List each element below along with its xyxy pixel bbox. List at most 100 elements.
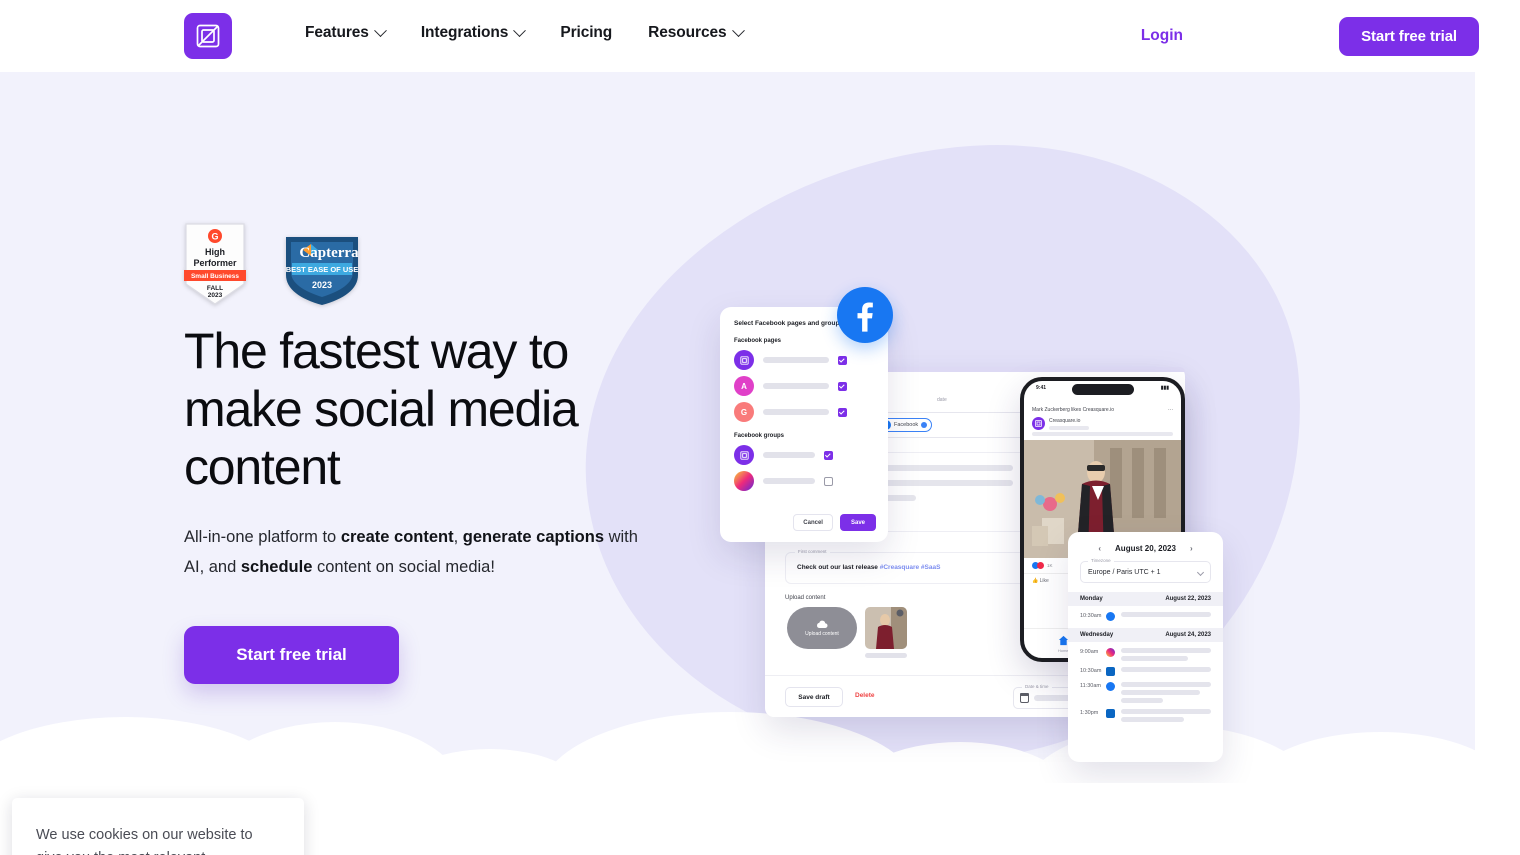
header-start-free-trial-button[interactable]: Start free trial [1339,17,1479,56]
chevron-down-icon [373,23,387,37]
page-avatar: A [734,376,754,396]
hero-copy: G High Performer Small Business FALL 202… [184,220,654,684]
page-checkbox[interactable] [838,381,847,391]
timezone-value: Europe / Paris UTC + 1 [1088,568,1161,576]
facebook-pill-label: Facebook [894,422,919,428]
linkedin-icon [1106,667,1115,676]
calendar-day-header: Monday August 22, 2023 [1068,592,1223,606]
facebook-icon [1106,612,1115,621]
g2-ribbon: Small Business [191,273,239,280]
calendar-day-header: Wednesday August 24, 2023 [1068,628,1223,642]
upload-section-label: Upload content [785,595,826,601]
nav-label-pricing: Pricing [560,24,613,41]
page-row[interactable]: G [720,396,888,422]
save-button[interactable]: Save [839,514,876,531]
hero-start-free-trial-button[interactable]: Start free trial [184,626,399,684]
calendar-event[interactable]: 10:30am [1068,606,1223,621]
group-avatar [734,471,754,491]
calendar-event[interactable]: 10:30am [1068,661,1223,676]
chevron-down-icon [731,23,745,37]
svg-text:G: G [211,232,218,242]
datetime-caption: Date & time [1022,684,1052,689]
hero-title: The fastest way to make social media con… [184,323,579,495]
group-checkbox[interactable] [824,450,833,460]
capterra-brand: Capterra [299,245,359,261]
group-avatar [734,445,754,465]
weekday-label: Monday [1080,596,1103,602]
capterra-ribbon: BEST EASE OF USE [286,265,359,274]
g2-season: FALL [207,285,223,292]
delete-button[interactable]: Delete [855,692,875,699]
timezone-caption: Timezone [1088,558,1114,563]
event-time: 11:30am [1080,683,1101,689]
calendar-event[interactable]: 11:30am [1068,676,1223,703]
nav-label-integrations: Integrations [420,24,509,41]
status-time: 9:41 [1036,385,1047,391]
hero-section: G High Performer Small Business FALL 202… [0,72,1475,783]
event-time: 9:00am [1080,649,1099,655]
g2-line2: Performer [193,258,237,268]
save-draft-button[interactable]: Save draft [785,687,843,707]
remove-icon[interactable] [921,422,928,428]
capterra-badge: Capterra BEST EASE OF USE 2023 [283,234,361,306]
calendar-header: ‹ August 20, 2023 › [1068,532,1223,553]
login-link[interactable]: Login [1141,27,1183,45]
event-time: 10:30am [1080,668,1102,674]
main-navigation: Features Integrations Pricing Resources [305,23,745,42]
chevron-left-icon[interactable]: ‹ [1098,544,1101,553]
date-label: August 24, 2023 [1165,632,1211,638]
calendar-event[interactable]: 9:00am [1068,642,1223,661]
nav-item-features[interactable]: Features [305,23,387,42]
love-reaction-icon [1037,562,1044,569]
group-row[interactable] [720,439,888,465]
award-badges: G High Performer Small Business FALL 202… [184,220,654,306]
g2-line1: High [205,247,225,257]
cookie-banner: We use cookies on our website to give yo… [12,798,304,855]
calendar-days: Monday August 22, 2023 10:30am Wednesday… [1068,592,1223,722]
calendar-title: August 20, 2023 [1115,544,1176,553]
facebook-groups-label: Facebook groups [734,433,785,439]
upload-content-button[interactable]: Upload content [787,607,857,649]
product-illustration: date f Facebook f 3 000 First c [700,232,1260,783]
calendar-icon [1019,693,1029,703]
uploaded-thumbnail[interactable] [865,607,907,649]
group-checkbox[interactable] [824,476,833,486]
chevron-down-icon [1196,568,1205,576]
page-checkbox[interactable] [838,355,847,365]
creasquare-logo-icon[interactable] [184,13,232,59]
site-header: Features Integrations Pricing Resources … [0,0,1520,72]
linkedin-icon [1106,709,1115,718]
nav-item-resources[interactable]: Resources [648,23,745,42]
composer-date-label: date [937,397,947,403]
date-label: August 22, 2023 [1165,596,1211,602]
hero-subtitle: All-in-one platform to create content, g… [184,528,638,576]
cloud-upload-icon [817,620,828,628]
account-avatar [1032,417,1045,430]
g2-year: 2023 [208,292,223,299]
account-name: Creasquare.io [1049,417,1081,424]
nav-label-features: Features [305,24,369,41]
timezone-select[interactable]: Timezone Europe / Paris UTC + 1 [1080,558,1211,583]
page-row[interactable]: A [720,370,888,396]
g2-high-performer-badge: G High Performer Small Business FALL 202… [184,222,246,306]
facebook-icon [1106,682,1115,691]
thumbnail-caption-placeholder [865,653,907,658]
nav-item-pricing[interactable]: Pricing [560,24,612,42]
facebook-logo-icon [837,287,893,343]
page-checkbox[interactable] [838,407,847,417]
event-time: 10:30am [1080,613,1102,619]
page-row[interactable] [720,344,888,370]
phone-notch [1071,384,1134,395]
event-time: 1:30pm [1080,710,1099,716]
more-options-icon[interactable]: ··· [1168,407,1173,413]
calendar-event[interactable]: 1:30pm [1068,703,1223,722]
chevron-right-icon[interactable]: › [1190,544,1193,553]
cancel-button[interactable]: Cancel [793,514,833,531]
first-comment-text: Check out our last release #Creasquare #… [797,564,941,571]
weekday-label: Wednesday [1080,632,1114,638]
nav-item-integrations[interactable]: Integrations [420,23,527,42]
nav-label-resources: Resources [648,24,727,41]
phone-post-account: Creasquare.io [1024,413,1181,432]
first-comment-caption: First comment [795,549,830,554]
group-row[interactable] [720,465,888,491]
